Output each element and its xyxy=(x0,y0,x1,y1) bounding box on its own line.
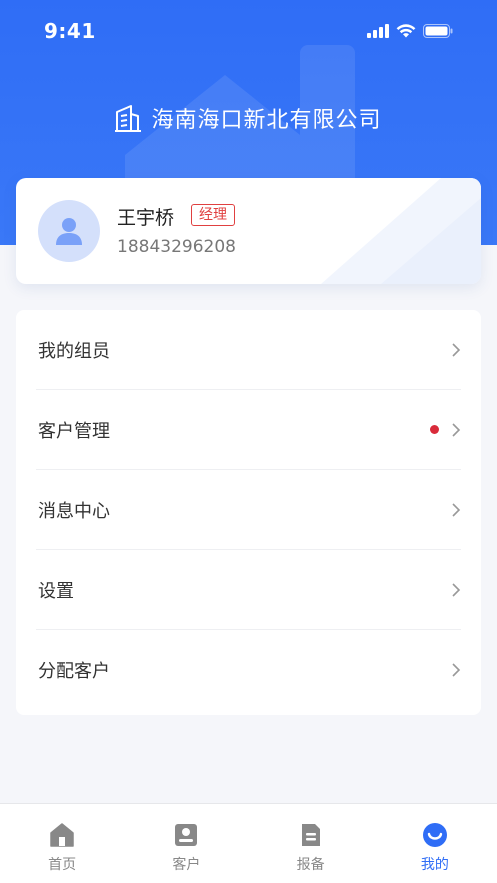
status-bar: 9:41 xyxy=(0,0,497,62)
bottom-tab-bar: 首页 客户 报备 我的 xyxy=(0,803,497,883)
report-icon xyxy=(301,824,320,846)
chevron-right-icon xyxy=(452,422,461,437)
tab-mine[interactable]: 我的 xyxy=(373,804,497,883)
menu-item-label: 消息中心 xyxy=(38,500,110,522)
customer-icon xyxy=(175,824,198,846)
chevron-right-icon xyxy=(452,342,461,357)
home-icon xyxy=(50,823,74,847)
status-icons xyxy=(367,24,453,38)
company-name: 海南海口新北有限公司 xyxy=(151,108,382,133)
menu-item-label: 设置 xyxy=(38,580,74,602)
avatar[interactable] xyxy=(38,200,100,262)
chevron-right-icon xyxy=(452,502,461,517)
battery-icon xyxy=(423,24,453,38)
menu-item-label: 我的组员 xyxy=(38,340,110,362)
profile-card[interactable]: 王宇桥 经理 18843296208 xyxy=(16,178,481,284)
tab-label: 我的 xyxy=(420,857,449,873)
tab-report[interactable]: 报备 xyxy=(249,804,373,883)
menu-item-label: 客户管理 xyxy=(38,420,110,442)
notification-dot xyxy=(430,425,439,434)
signal-icon xyxy=(367,24,389,38)
menu-item-assign-customers[interactable]: 分配客户 xyxy=(36,630,461,710)
smile-icon xyxy=(422,823,447,847)
tab-home[interactable]: 首页 xyxy=(0,804,124,883)
building-icon xyxy=(115,105,142,132)
menu-item-my-team[interactable]: 我的组员 xyxy=(36,310,461,390)
menu-item-settings[interactable]: 设置 xyxy=(36,550,461,630)
user-phone: 18843296208 xyxy=(117,237,236,257)
tab-customer[interactable]: 客户 xyxy=(124,804,248,883)
menu-item-customer-management[interactable]: 客户管理 xyxy=(36,390,461,470)
chevron-right-icon xyxy=(452,663,461,677)
wifi-icon xyxy=(396,24,416,38)
menu-item-message-center[interactable]: 消息中心 xyxy=(36,470,461,550)
menu-list: 我的组员 客户管理 消息中心 设置 分配客户 xyxy=(16,310,481,715)
tab-label: 客户 xyxy=(172,857,201,873)
card-decoration xyxy=(321,178,481,284)
role-badge: 经理 xyxy=(191,204,235,226)
menu-item-label: 分配客户 xyxy=(38,661,110,682)
company-header: 海南海口新北有限公司 xyxy=(0,100,497,136)
tab-label: 报备 xyxy=(296,857,325,873)
user-avatar-icon xyxy=(56,218,82,245)
chevron-right-icon xyxy=(452,582,461,597)
status-time: 9:41 xyxy=(44,19,96,43)
user-name: 王宇桥 xyxy=(117,207,175,229)
tab-label: 首页 xyxy=(48,857,77,873)
